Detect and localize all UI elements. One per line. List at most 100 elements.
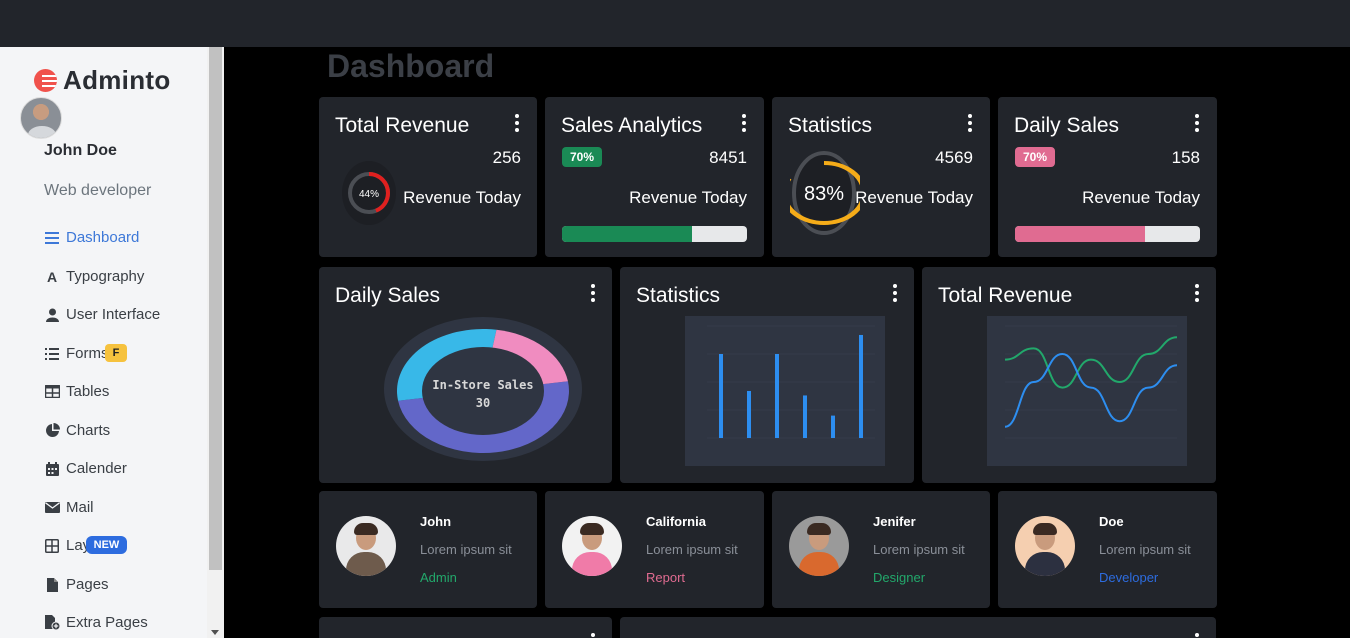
person-card-john[interactable]: John Lorem ipsum sit Admin — [319, 491, 537, 608]
more-options-icon[interactable] — [1195, 114, 1199, 132]
person-role: Developer — [1099, 570, 1159, 585]
growth-badge: 70% — [1015, 147, 1055, 167]
bar-2 — [775, 354, 779, 438]
sidebar-item-label: Typography — [66, 268, 145, 285]
menu-icon — [44, 230, 60, 246]
bar-0 — [719, 354, 723, 438]
sidebar-item-tables[interactable]: Tables — [44, 383, 109, 400]
sidebar-item-charts[interactable]: Charts — [44, 422, 110, 439]
more-options-icon[interactable] — [1195, 633, 1199, 638]
ring-label: 44% — [359, 189, 379, 200]
person-name: California — [646, 514, 706, 529]
progress-fill — [1015, 226, 1145, 242]
donut-center-value: 30 — [476, 396, 490, 410]
avatar — [789, 516, 849, 576]
card-title: Total Revenue — [335, 114, 470, 137]
more-options-icon[interactable] — [742, 114, 746, 132]
more-options-icon[interactable] — [591, 284, 595, 302]
calendar-icon — [44, 461, 60, 477]
person-role: Designer — [873, 570, 926, 585]
more-options-icon[interactable] — [515, 114, 519, 132]
stat-value: 158 — [1171, 148, 1200, 167]
stat-subtitle: Revenue Today — [629, 188, 747, 207]
user-role: Web developer — [44, 182, 152, 199]
revenue-ring-chart: 44% — [342, 161, 396, 225]
bar-4 — [831, 415, 835, 438]
grid-icon — [44, 538, 60, 554]
page-title: Dashboard — [327, 48, 495, 84]
sidebar-item-pages[interactable]: Pages — [44, 576, 109, 593]
sidebar-item-label: User Interface — [66, 306, 161, 323]
person-card-jenifer[interactable]: Jenifer Lorem ipsum sit Designer — [772, 491, 990, 608]
progress-bar — [562, 226, 747, 242]
table-icon — [44, 384, 60, 400]
sidebar-item-user-interface[interactable]: User Interface — [44, 306, 160, 323]
person-description: Lorem ipsum sit — [646, 542, 738, 557]
more-options-icon[interactable] — [591, 633, 595, 638]
sidebar-item-extra-pages[interactable]: Extra Pages — [44, 614, 148, 631]
statistics-chart-card: Statistics — [620, 267, 914, 483]
total-revenue-line-chart — [987, 316, 1187, 466]
sidebar-item-label: Forms — [66, 345, 109, 362]
statistics-card: Statistics 4569 83% Revenue Today — [772, 97, 990, 257]
logo-icon — [34, 69, 57, 92]
person-description: Lorem ipsum sit — [1099, 542, 1191, 557]
card-title: Statistics — [788, 114, 873, 137]
brand-name: Adminto — [63, 65, 171, 95]
scrollbar-thumb[interactable] — [209, 47, 222, 570]
user-icon — [44, 307, 60, 323]
person-role: Admin — [420, 570, 457, 585]
daily-sales-donut-chart: In-Store Sales 30 — [384, 317, 582, 461]
sidebar-item-label: Tables — [66, 383, 110, 400]
more-options-icon[interactable] — [893, 284, 897, 302]
card-title: Daily Sales — [1014, 114, 1120, 137]
total-revenue-chart-card: Total Revenue — [922, 267, 1216, 483]
person-card-doe[interactable]: Doe Lorem ipsum sit Developer — [998, 491, 1217, 608]
sidebar-item-typography[interactable]: A Typography — [44, 268, 144, 285]
stat-value: 4569 — [935, 148, 973, 167]
sidebar-item-forms[interactable]: Forms — [44, 345, 109, 362]
avatar[interactable] — [20, 97, 62, 139]
list-icon — [44, 346, 60, 362]
sidebar-item-calender[interactable]: Calender — [44, 460, 127, 477]
sidebar-item-label: Mail — [66, 499, 94, 516]
sidebar-item-label: Dashboard — [66, 229, 140, 246]
sidebar-item-dashboard[interactable]: Dashboard — [44, 229, 139, 246]
envelope-icon — [44, 500, 60, 516]
statistics-bar-chart — [685, 316, 885, 466]
card-title: Total Revenue — [938, 284, 1073, 307]
sidebar-item-label: Charts — [66, 422, 111, 439]
more-options-icon[interactable] — [1195, 284, 1199, 302]
person-name: Jenifer — [873, 514, 916, 529]
donut-center-label: In-Store Sales — [432, 378, 533, 392]
scroll-down-arrow-icon[interactable] — [211, 630, 219, 635]
card-title: Daily Sales — [335, 284, 441, 307]
sidebar-item-label: Calender — [66, 460, 127, 477]
series-line-1 — [1004, 352, 1178, 428]
avatar — [562, 516, 622, 576]
sidebar-scrollbar[interactable] — [207, 47, 224, 638]
bottom-card-right — [620, 617, 1216, 638]
layouts-new-badge: NEW — [86, 536, 127, 554]
more-options-icon[interactable] — [968, 114, 972, 132]
person-card-california[interactable]: California Lorem ipsum sit Report — [545, 491, 764, 608]
sales-analytics-card: Sales Analytics 70% 8451 Revenue Today — [545, 97, 764, 257]
person-role: Report — [646, 570, 686, 585]
statistics-ring-chart: 83% — [790, 151, 860, 235]
sidebar-item-mail[interactable]: Mail — [44, 499, 94, 516]
series-line-0 — [1004, 336, 1178, 389]
avatar — [1015, 516, 1075, 576]
forms-badge: F — [105, 344, 127, 362]
person-name: John — [420, 514, 452, 529]
sidebar: Adminto John Doe Web developer Dashboard… — [0, 47, 224, 638]
bottom-card-left — [319, 617, 612, 638]
stat-value: 256 — [492, 148, 521, 167]
stat-subtitle: Revenue Today — [1082, 188, 1200, 207]
total-revenue-card: Total Revenue 256 44% Revenue Today — [319, 97, 537, 257]
stat-subtitle: Revenue Today — [855, 188, 973, 207]
brand-logo[interactable]: Adminto — [34, 65, 171, 96]
progress-fill — [562, 226, 692, 242]
bar-1 — [747, 390, 751, 438]
pie-chart-icon — [44, 423, 60, 439]
growth-badge: 70% — [562, 147, 602, 167]
